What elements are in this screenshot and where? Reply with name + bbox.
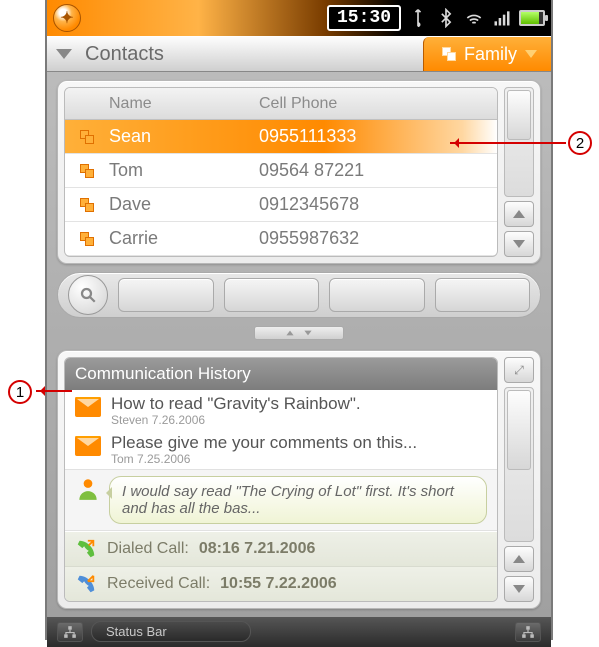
- chevron-down-icon: [513, 585, 525, 593]
- status-bar-label: Status Bar: [91, 621, 251, 642]
- call-log-item[interactable]: Dialed Call: 08:16 7.21.2006: [65, 531, 497, 566]
- wifi-icon: [463, 8, 485, 28]
- search-icon: [79, 286, 97, 304]
- chevron-up-icon: [513, 210, 525, 218]
- call-label: Dialed Call:: [107, 540, 189, 558]
- annotation-2-arrow: [450, 142, 566, 144]
- col-phone[interactable]: Cell Phone: [259, 95, 497, 113]
- chevron-down-icon: [56, 49, 72, 59]
- category-icon: [442, 47, 456, 61]
- contact-group-icon: [80, 198, 94, 212]
- scroll-up-button[interactable]: [504, 201, 534, 227]
- scrollbar-thumb[interactable]: [507, 390, 531, 470]
- battery-icon: [519, 10, 545, 26]
- chevron-up-icon: [513, 555, 525, 563]
- bluetooth-icon: [435, 8, 457, 28]
- message-item[interactable]: Please give me your comments on this... …: [65, 429, 497, 468]
- call-time: 08:16 7.21.2006: [199, 540, 316, 558]
- toolbar: [57, 272, 541, 318]
- scroll-down-button[interactable]: [504, 231, 534, 257]
- toolbar-button-2[interactable]: [224, 278, 320, 312]
- contact-name: Tom: [109, 160, 259, 181]
- chat-bubble-text: I would say read "The Crying of Lot" fir…: [109, 476, 487, 524]
- history-scrollbar: ⤢: [504, 357, 534, 602]
- contact-group-icon: [80, 164, 94, 178]
- contact-phone: 0912345678: [259, 194, 497, 215]
- message-item[interactable]: How to read "Gravity's Rainbow". Steven …: [65, 390, 497, 429]
- page-title: Contacts: [81, 43, 423, 66]
- contact-name: Dave: [109, 194, 259, 215]
- message-meta: Steven 7.26.2006: [111, 414, 361, 428]
- col-name[interactable]: Name: [109, 95, 259, 113]
- contacts-list: Name Cell Phone Sean 0955111333 Tom 0956…: [64, 87, 498, 257]
- call-time: 10:55 7.22.2006: [220, 575, 337, 593]
- contact-row[interactable]: Dave 0912345678: [65, 188, 497, 222]
- toolbar-button-3[interactable]: [329, 278, 425, 312]
- column-headers: Name Cell Phone: [65, 88, 497, 120]
- category-tab[interactable]: Family: [423, 37, 551, 71]
- contact-group-icon: [80, 232, 94, 246]
- contacts-scrollbar: [504, 87, 534, 257]
- chat-bubble-item[interactable]: I would say read "The Crying of Lot" fir…: [65, 469, 497, 531]
- signal-icon: [491, 8, 513, 28]
- pane-divider[interactable]: [57, 322, 541, 344]
- search-button[interactable]: [68, 275, 108, 315]
- contact-group-icon: [80, 130, 94, 144]
- bottom-button-right[interactable]: [515, 622, 541, 642]
- chevron-down-icon: [304, 331, 311, 336]
- scrollbar-thumb[interactable]: [507, 90, 531, 140]
- scrollbar-track[interactable]: [504, 387, 534, 542]
- contacts-panel: Name Cell Phone Sean 0955111333 Tom 0956…: [57, 80, 541, 264]
- message-meta: Tom 7.25.2006: [111, 453, 417, 467]
- sitemap-icon: [521, 625, 535, 639]
- envelope-icon: [75, 436, 101, 456]
- expand-button[interactable]: ⤢: [504, 357, 534, 383]
- app-logo-icon[interactable]: ✦: [53, 4, 81, 32]
- message-subject: How to read "Gravity's Rainbow".: [111, 394, 361, 414]
- phone-out-icon: [75, 538, 97, 560]
- call-label: Received Call:: [107, 575, 210, 593]
- history-panel: Communication History How to read "Gravi…: [57, 350, 541, 609]
- history-title: Communication History: [65, 358, 497, 390]
- contact-name: Sean: [109, 126, 259, 147]
- annotation-1-arrow: [36, 390, 72, 392]
- call-log-item[interactable]: Received Call: 10:55 7.22.2006: [65, 566, 497, 601]
- scroll-up-button[interactable]: [504, 546, 534, 572]
- chevron-down-icon: [513, 240, 525, 248]
- bottom-button-left[interactable]: [57, 622, 83, 642]
- phone-in-icon: [75, 573, 97, 595]
- envelope-icon: [75, 397, 101, 417]
- view-dropdown[interactable]: [47, 49, 81, 59]
- contact-row[interactable]: Sean 0955111333: [65, 120, 497, 154]
- history-list: Communication History How to read "Gravi…: [64, 357, 498, 602]
- contact-phone: 09564 87221: [259, 160, 497, 181]
- scroll-down-button[interactable]: [504, 576, 534, 602]
- contact-row[interactable]: Tom 09564 87221: [65, 154, 497, 188]
- message-subject: Please give me your comments on this...: [111, 433, 417, 453]
- bottom-bar: Status Bar: [47, 617, 551, 647]
- device-frame: ✦ 15:30 Contacts Family Name Cell Phone: [45, 0, 553, 640]
- contact-row[interactable]: Carrie 0955987632: [65, 222, 497, 256]
- usb-icon: [407, 8, 429, 28]
- contact-name: Carrie: [109, 228, 259, 249]
- sitemap-icon: [63, 625, 77, 639]
- clock: 15:30: [327, 5, 401, 31]
- category-label: Family: [464, 44, 517, 65]
- chevron-up-icon: [286, 331, 293, 336]
- chevron-down-icon: [525, 50, 537, 58]
- person-icon: [75, 476, 101, 502]
- annotation-2: 2: [568, 131, 592, 155]
- toolbar-button-1[interactable]: [118, 278, 214, 312]
- contact-phone: 0955987632: [259, 228, 497, 249]
- toolbar-button-4[interactable]: [435, 278, 531, 312]
- status-bar: ✦ 15:30: [47, 0, 551, 36]
- header-bar: Contacts Family: [47, 36, 551, 72]
- annotation-1: 1: [8, 380, 32, 404]
